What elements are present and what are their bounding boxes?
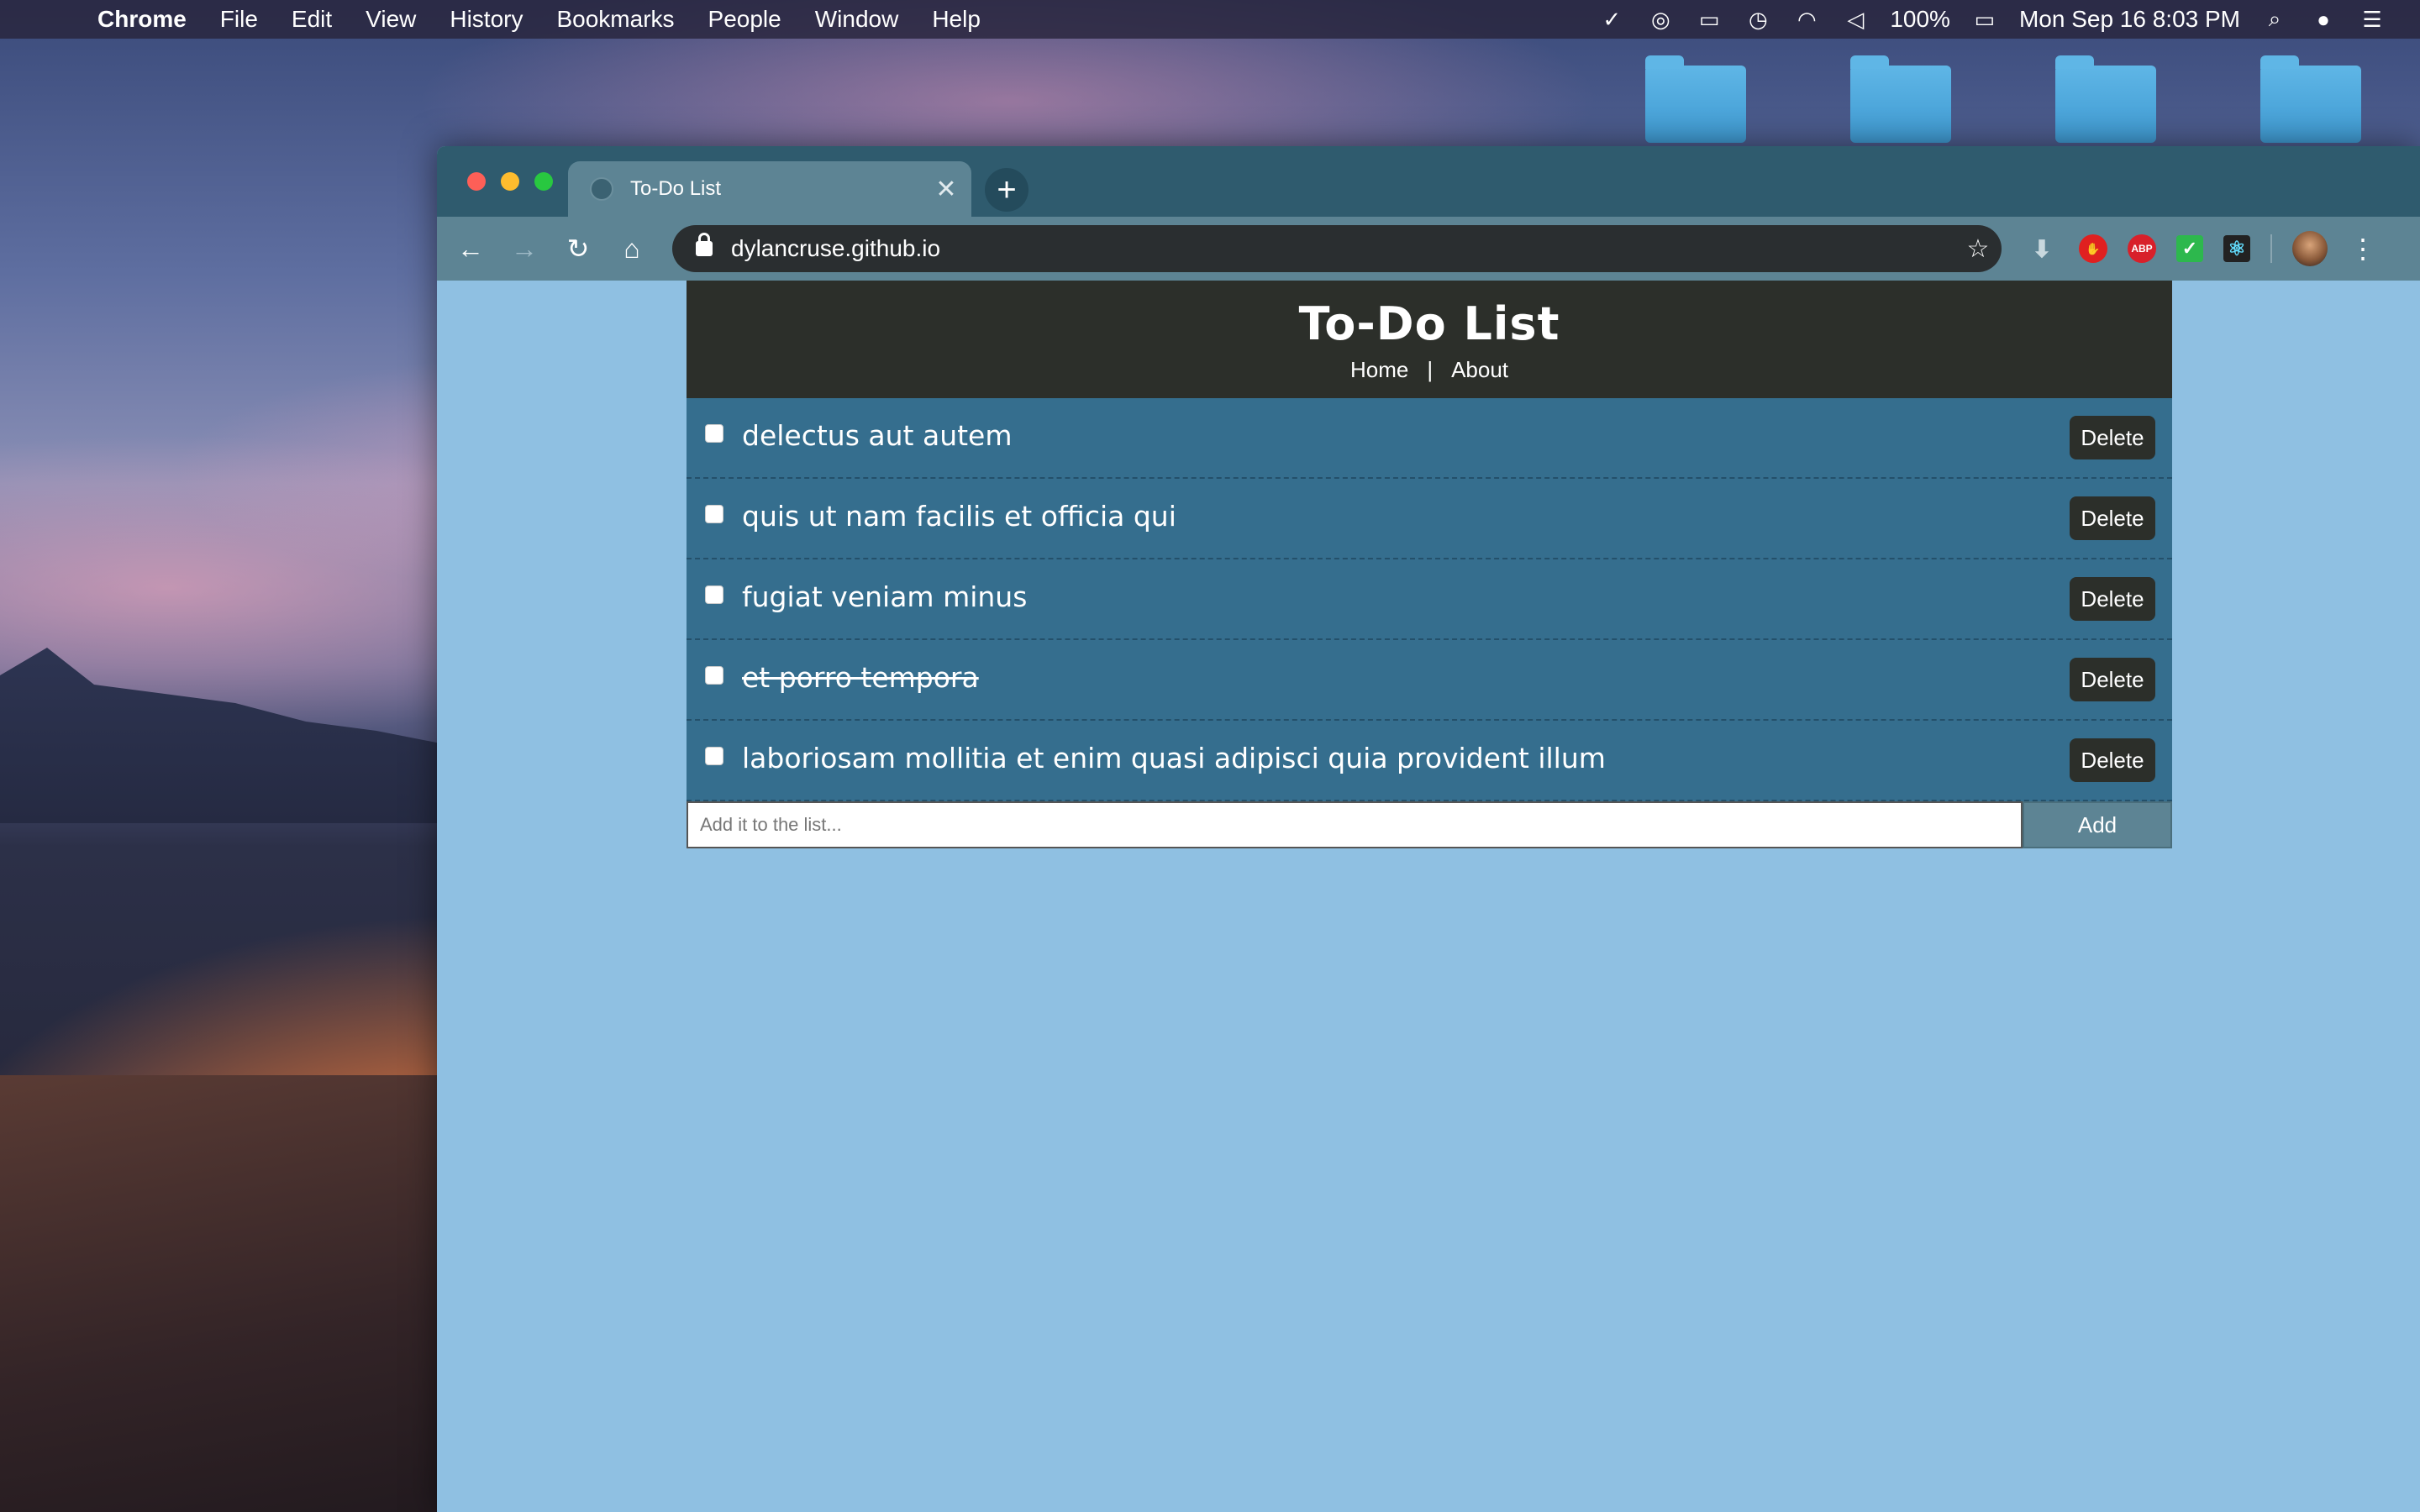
menu-help[interactable]: Help [932, 6, 981, 33]
desktop-folder-icon[interactable] [1850, 55, 1951, 143]
menu-app-name[interactable]: Chrome [97, 6, 187, 33]
download-extension-icon[interactable]: ⬇ [2025, 232, 2059, 265]
menu-view[interactable]: View [366, 6, 416, 33]
chrome-menu-icon[interactable]: ⋮ [2349, 233, 2376, 265]
menubar-clock[interactable]: Mon Sep 16 8:03 PM [2019, 6, 2240, 33]
desktop-folder-icon[interactable] [1645, 55, 1746, 143]
todo-text: delectus aut autem [742, 418, 1013, 452]
window-minimize-button[interactable] [501, 172, 519, 191]
todo-item: laboriosam mollitia et enim quasi adipis… [687, 721, 2172, 801]
browser-titlebar: To-Do List ✕ + [437, 146, 2420, 217]
delete-button[interactable]: Delete [2070, 577, 2155, 621]
browser-tab[interactable]: To-Do List ✕ [568, 161, 971, 217]
delete-button[interactable]: Delete [2070, 658, 2155, 701]
todo-checkbox[interactable] [705, 424, 723, 443]
todo-text: laboriosam mollitia et enim quasi adipis… [742, 741, 1606, 774]
menu-history[interactable]: History [450, 6, 523, 33]
home-icon[interactable]: ⌂ [612, 228, 652, 269]
notification-center-icon[interactable]: ☰ [2358, 5, 2386, 34]
profile-avatar[interactable] [2292, 231, 2328, 266]
todo-text: fugiat veniam minus [742, 580, 1028, 613]
tab-title: To-Do List [630, 177, 722, 200]
address-bar-url[interactable]: dylancruse.github.io [731, 235, 1954, 262]
wifi-icon[interactable]: ◠ [1792, 5, 1821, 34]
desktop-folder-icon[interactable] [2260, 55, 2361, 143]
browser-toolbar: ← → ↻ ⌂ dylancruse.github.io ☆ ⬇ ✋ ABP ✓… [437, 217, 2420, 281]
address-bar[interactable]: dylancruse.github.io ☆ [672, 225, 2002, 272]
extensions-area: ⬇ ✋ ABP ✓ ⚛ ⋮ [2025, 228, 2376, 269]
menu-file[interactable]: File [220, 6, 258, 33]
time-machine-icon[interactable]: ◷ [1744, 5, 1772, 34]
sync-icon[interactable]: ◎ [1646, 5, 1675, 34]
adblock-plus-icon[interactable]: ABP [2128, 234, 2156, 263]
todo-item: delectus aut autem Delete [687, 398, 2172, 479]
add-button[interactable]: Add [2023, 801, 2172, 848]
status-area: ✓ ◎ ▭ ◷ ◠ ◁ 100% ▭ Mon Sep 16 8:03 PM ⌕ … [1577, 0, 2386, 39]
spotlight-search-icon[interactable]: ⌕ [2260, 5, 2289, 34]
reload-icon[interactable]: ↻ [558, 228, 598, 269]
menu-people[interactable]: People [708, 6, 781, 33]
browser-window: To-Do List ✕ + ← → ↻ ⌂ dylancruse.github… [437, 146, 2420, 1512]
menu-bookmarks[interactable]: Bookmarks [556, 6, 674, 33]
new-tab-button[interactable]: + [985, 168, 1028, 212]
battery-percent[interactable]: 100% [1890, 6, 1950, 33]
globe-icon [590, 177, 613, 201]
back-icon[interactable]: ← [450, 228, 491, 269]
todo-item: fugiat veniam minus Delete [687, 559, 2172, 640]
menu-window[interactable]: Window [815, 6, 899, 33]
bookmark-star-icon[interactable]: ☆ [1954, 234, 2002, 264]
checklist-extension-icon[interactable]: ✓ [2176, 235, 2203, 262]
task-check-icon[interactable]: ✓ [1597, 5, 1626, 34]
os-menubar: Chrome File Edit View History Bookmarks … [0, 0, 2420, 39]
todo-app: To-Do List Home | About delectus aut aut… [687, 281, 2172, 848]
delete-button[interactable]: Delete [2070, 416, 2155, 459]
volume-icon[interactable]: ◁ [1841, 5, 1870, 34]
airplay-icon[interactable]: ▭ [1695, 5, 1723, 34]
add-todo-form: Add [687, 801, 2172, 848]
todo-text: quis ut nam facilis et officia qui [742, 499, 1176, 533]
web-page: To-Do List Home | About delectus aut aut… [437, 281, 2420, 1512]
delete-button[interactable]: Delete [2070, 496, 2155, 540]
menu-edit[interactable]: Edit [292, 6, 332, 33]
window-zoom-button[interactable] [534, 172, 553, 191]
tab-close-icon[interactable]: ✕ [929, 175, 963, 204]
forward-icon[interactable]: → [504, 228, 544, 269]
page-title: To-Do List [1298, 297, 1560, 350]
app-header: To-Do List Home | About [687, 281, 2172, 398]
add-todo-input[interactable] [687, 801, 2023, 848]
todo-checkbox[interactable] [705, 585, 723, 604]
todo-text-completed: et porro tempora [742, 660, 979, 694]
battery-icon[interactable]: ▭ [1970, 5, 1999, 34]
todo-checkbox[interactable] [705, 666, 723, 685]
toolbar-divider [2270, 234, 2272, 263]
window-close-button[interactable] [467, 172, 486, 191]
desktop-folder-icon[interactable] [2055, 55, 2156, 143]
todo-item: quis ut nam facilis et officia qui Delet… [687, 479, 2172, 559]
todo-checkbox[interactable] [705, 747, 723, 765]
todo-item: et porro tempora Delete [687, 640, 2172, 721]
nav-link-home[interactable]: Home [1350, 357, 1408, 383]
react-devtools-icon[interactable]: ⚛ [2223, 235, 2250, 262]
nav-link-about[interactable]: About [1451, 357, 1508, 383]
stop-hand-extension-icon[interactable]: ✋ [2079, 234, 2107, 263]
delete-button[interactable]: Delete [2070, 738, 2155, 782]
app-nav: Home | About [687, 357, 2172, 383]
wallpaper-dune-shadow [0, 1075, 471, 1512]
todo-checkbox[interactable] [705, 505, 723, 523]
lock-icon[interactable] [696, 233, 713, 256]
nav-separator: | [1427, 357, 1434, 382]
siri-icon[interactable]: ● [2309, 5, 2338, 34]
